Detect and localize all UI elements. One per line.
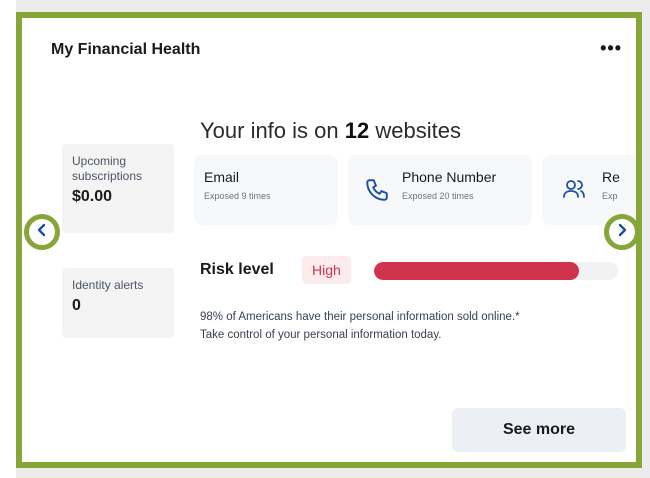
stat-value: $0.00 <box>72 188 113 205</box>
see-more-button[interactable]: See more <box>452 408 626 452</box>
more-options-button[interactable]: ••• <box>600 39 622 57</box>
financial-health-card: My Financial Health ••• Upcoming subscri… <box>16 12 642 468</box>
carousel-prev-button[interactable] <box>24 214 60 250</box>
carousel-next-button[interactable] <box>604 214 640 250</box>
exposure-title: Re <box>602 169 620 185</box>
risk-level-badge: High <box>302 256 351 284</box>
exposure-card-email[interactable]: Email Exposed 9 times <box>194 155 338 225</box>
phone-icon <box>364 177 390 208</box>
info-note-line: 98% of Americans have their personal inf… <box>200 311 520 323</box>
exposure-title: Phone Number <box>402 169 497 185</box>
headline-prefix: Your info is on <box>200 118 339 143</box>
exposure-card-phone[interactable]: Phone Number Exposed 20 times <box>348 155 532 225</box>
exposure-subtitle: Exp <box>602 191 618 201</box>
people-icon <box>562 177 586 206</box>
exposure-subtitle: Exposed 20 times <box>402 191 474 201</box>
exposure-title: Email <box>204 169 240 185</box>
stat-label: Identity alerts <box>72 278 144 292</box>
chevron-right-icon <box>615 223 629 242</box>
stat-tile-subscriptions[interactable]: Upcoming subscriptions $0.00 <box>62 144 174 233</box>
risk-level-bar-fill <box>374 262 579 280</box>
stat-value: 0 <box>72 297 81 314</box>
info-note-line: Take control of your personal informatio… <box>200 329 442 341</box>
stat-label: Upcoming subscriptions <box>72 154 143 183</box>
headline-suffix: websites <box>375 118 461 143</box>
risk-level-bar <box>374 262 618 280</box>
exposure-subtitle: Exposed 9 times <box>204 191 271 201</box>
page-left-strip <box>0 0 16 478</box>
exposure-headline: Your info is on 12 websites <box>200 118 461 144</box>
risk-level-label: Risk level <box>200 261 274 278</box>
chevron-left-icon <box>35 223 49 242</box>
headline-count: 12 <box>344 118 370 143</box>
stat-tile-identity-alerts[interactable]: Identity alerts 0 <box>62 268 174 338</box>
card-title: My Financial Health <box>51 41 201 58</box>
info-note: 98% of Americans have their personal inf… <box>200 308 630 344</box>
